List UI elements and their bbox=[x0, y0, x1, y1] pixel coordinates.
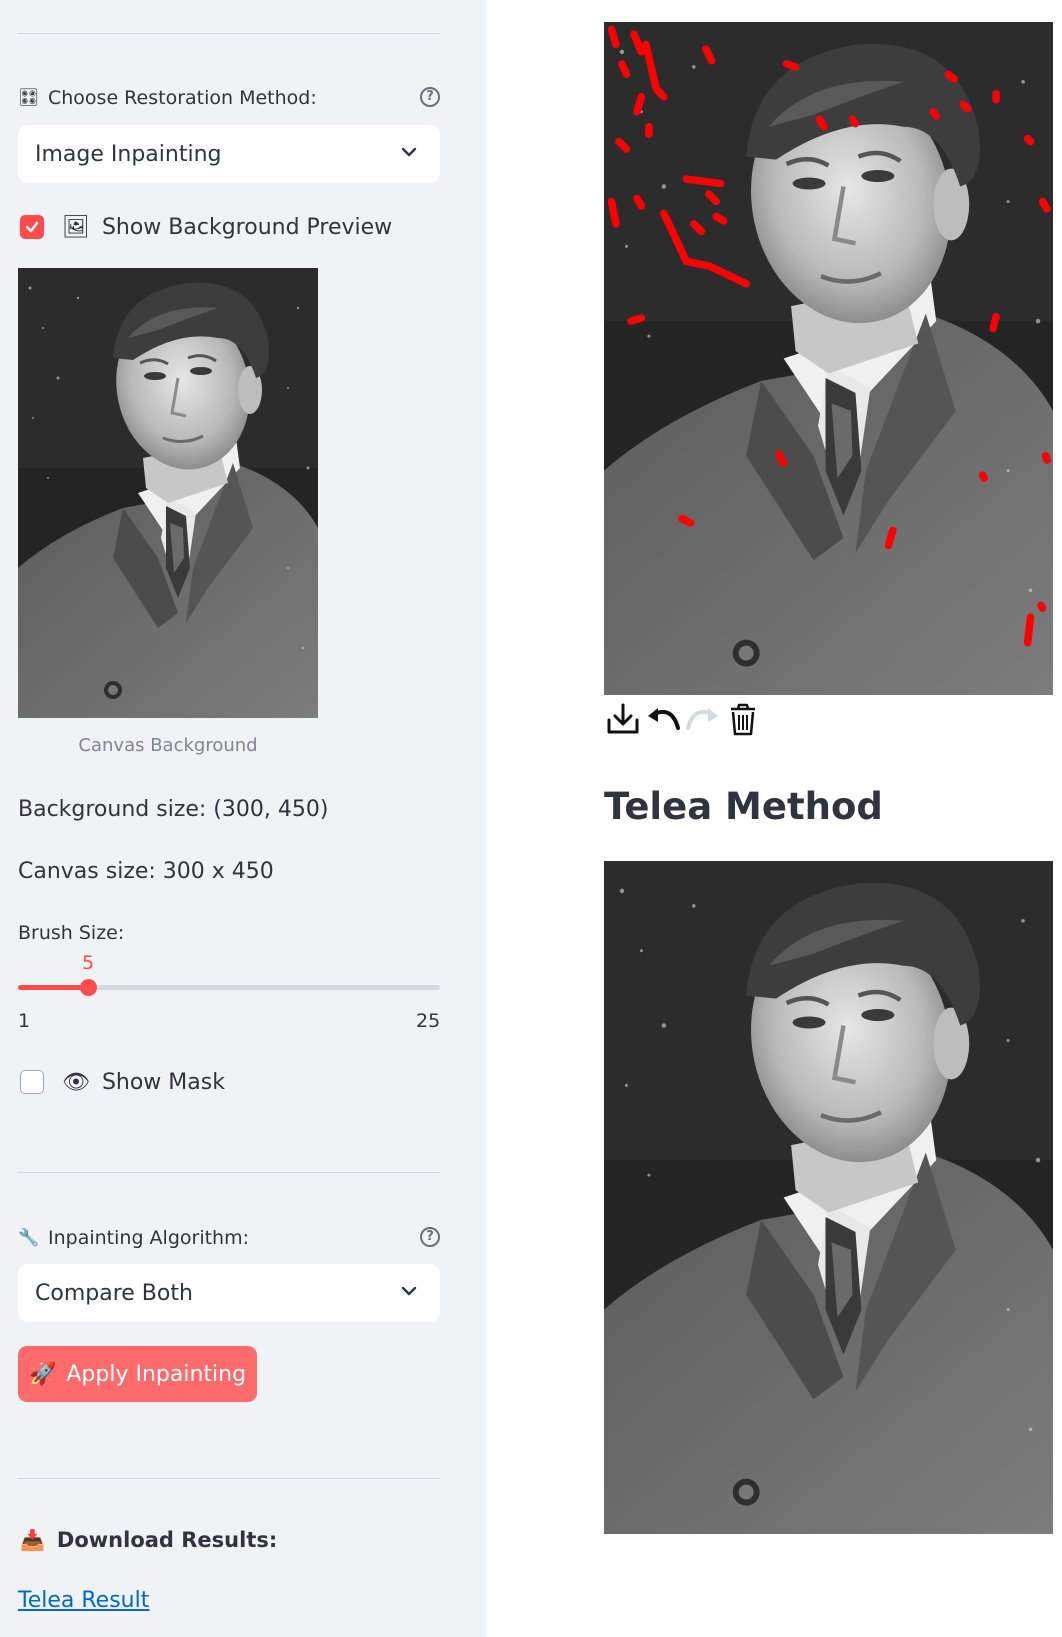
rocket-icon: 🚀 bbox=[28, 1361, 57, 1387]
slider-fill bbox=[18, 985, 89, 990]
brush-size-value: 5 bbox=[81, 952, 95, 974]
slider-thumb[interactable] bbox=[80, 979, 98, 996]
download-results-label: Download Results: bbox=[56, 1528, 278, 1552]
show-mask-label: Show Mask bbox=[101, 1069, 225, 1095]
show-background-preview-checkbox[interactable]: 🖼 Show Background Preview bbox=[20, 210, 392, 244]
inpainting-algorithm-label-text: Inpainting Algorithm: bbox=[48, 1227, 249, 1249]
undo-icon[interactable] bbox=[644, 700, 682, 738]
checkbox-checked[interactable] bbox=[20, 215, 44, 239]
checkbox-unchecked[interactable] bbox=[20, 1070, 44, 1094]
trash-icon[interactable] bbox=[724, 700, 762, 738]
canvas-background-preview bbox=[18, 268, 318, 718]
show-background-preview-label: Show Background Preview bbox=[101, 214, 393, 240]
restoration-method-label: 🎛 Choose Restoration Method: ? bbox=[18, 84, 440, 112]
restoration-method-label-text: Choose Restoration Method: bbox=[48, 87, 317, 109]
wrench-icon: 🔧 bbox=[18, 1228, 40, 1248]
telea-result-link[interactable]: Telea Result bbox=[18, 1588, 149, 1613]
restoration-method-select[interactable]: Image Inpainting bbox=[18, 125, 440, 183]
sidebar: 🎛 Choose Restoration Method: ? Image Inp… bbox=[0, 0, 486, 1637]
sidebar-divider bbox=[18, 1478, 440, 1479]
drawing-canvas[interactable] bbox=[604, 22, 1053, 695]
show-mask-checkbox[interactable]: 👁 Show Mask bbox=[20, 1065, 225, 1099]
download-results-heading: 📥 Download Results: bbox=[20, 1528, 277, 1552]
brush-size-max: 25 bbox=[416, 1010, 441, 1032]
chevron-down-icon bbox=[401, 1286, 417, 1296]
app: 🎛 Choose Restoration Method: ? Image Inp… bbox=[0, 0, 1062, 1637]
redo-icon[interactable] bbox=[684, 700, 722, 738]
inpainting-algorithm-value: Compare Both bbox=[35, 1280, 193, 1306]
eye-icon: 👁 bbox=[62, 1069, 90, 1095]
brush-size-slider[interactable] bbox=[18, 979, 440, 996]
telea-result-image bbox=[604, 861, 1053, 1534]
canvas-size-text: Canvas size: 300 x 450 bbox=[18, 859, 274, 884]
help-icon[interactable]: ? bbox=[420, 87, 440, 107]
inpainting-algorithm-label: 🔧 Inpainting Algorithm: ? bbox=[18, 1224, 440, 1252]
restoration-method-value: Image Inpainting bbox=[35, 141, 222, 167]
sidebar-divider bbox=[18, 1172, 440, 1173]
control-knobs-icon: 🎛 bbox=[18, 88, 40, 108]
download-icon[interactable] bbox=[604, 700, 642, 738]
telea-method-heading: Telea Method bbox=[604, 785, 883, 828]
apply-inpainting-button[interactable]: 🚀 Apply Inpainting bbox=[18, 1346, 257, 1402]
brush-size-label: Brush Size: bbox=[18, 922, 125, 944]
brush-size-min: 1 bbox=[18, 1010, 31, 1032]
apply-inpainting-label: Apply Inpainting bbox=[66, 1361, 247, 1387]
framed-picture-icon: 🖼 bbox=[62, 214, 90, 240]
canvas-toolbar bbox=[604, 700, 764, 738]
inbox-tray-icon: 📥 bbox=[20, 1528, 45, 1552]
sidebar-divider bbox=[18, 33, 440, 34]
help-icon[interactable]: ? bbox=[420, 1227, 440, 1247]
chevron-down-icon bbox=[401, 147, 417, 157]
inpainting-algorithm-select[interactable]: Compare Both bbox=[18, 1264, 440, 1322]
preview-caption: Canvas Background bbox=[78, 735, 258, 756]
background-size-text: Background size: (300, 450) bbox=[18, 797, 329, 822]
